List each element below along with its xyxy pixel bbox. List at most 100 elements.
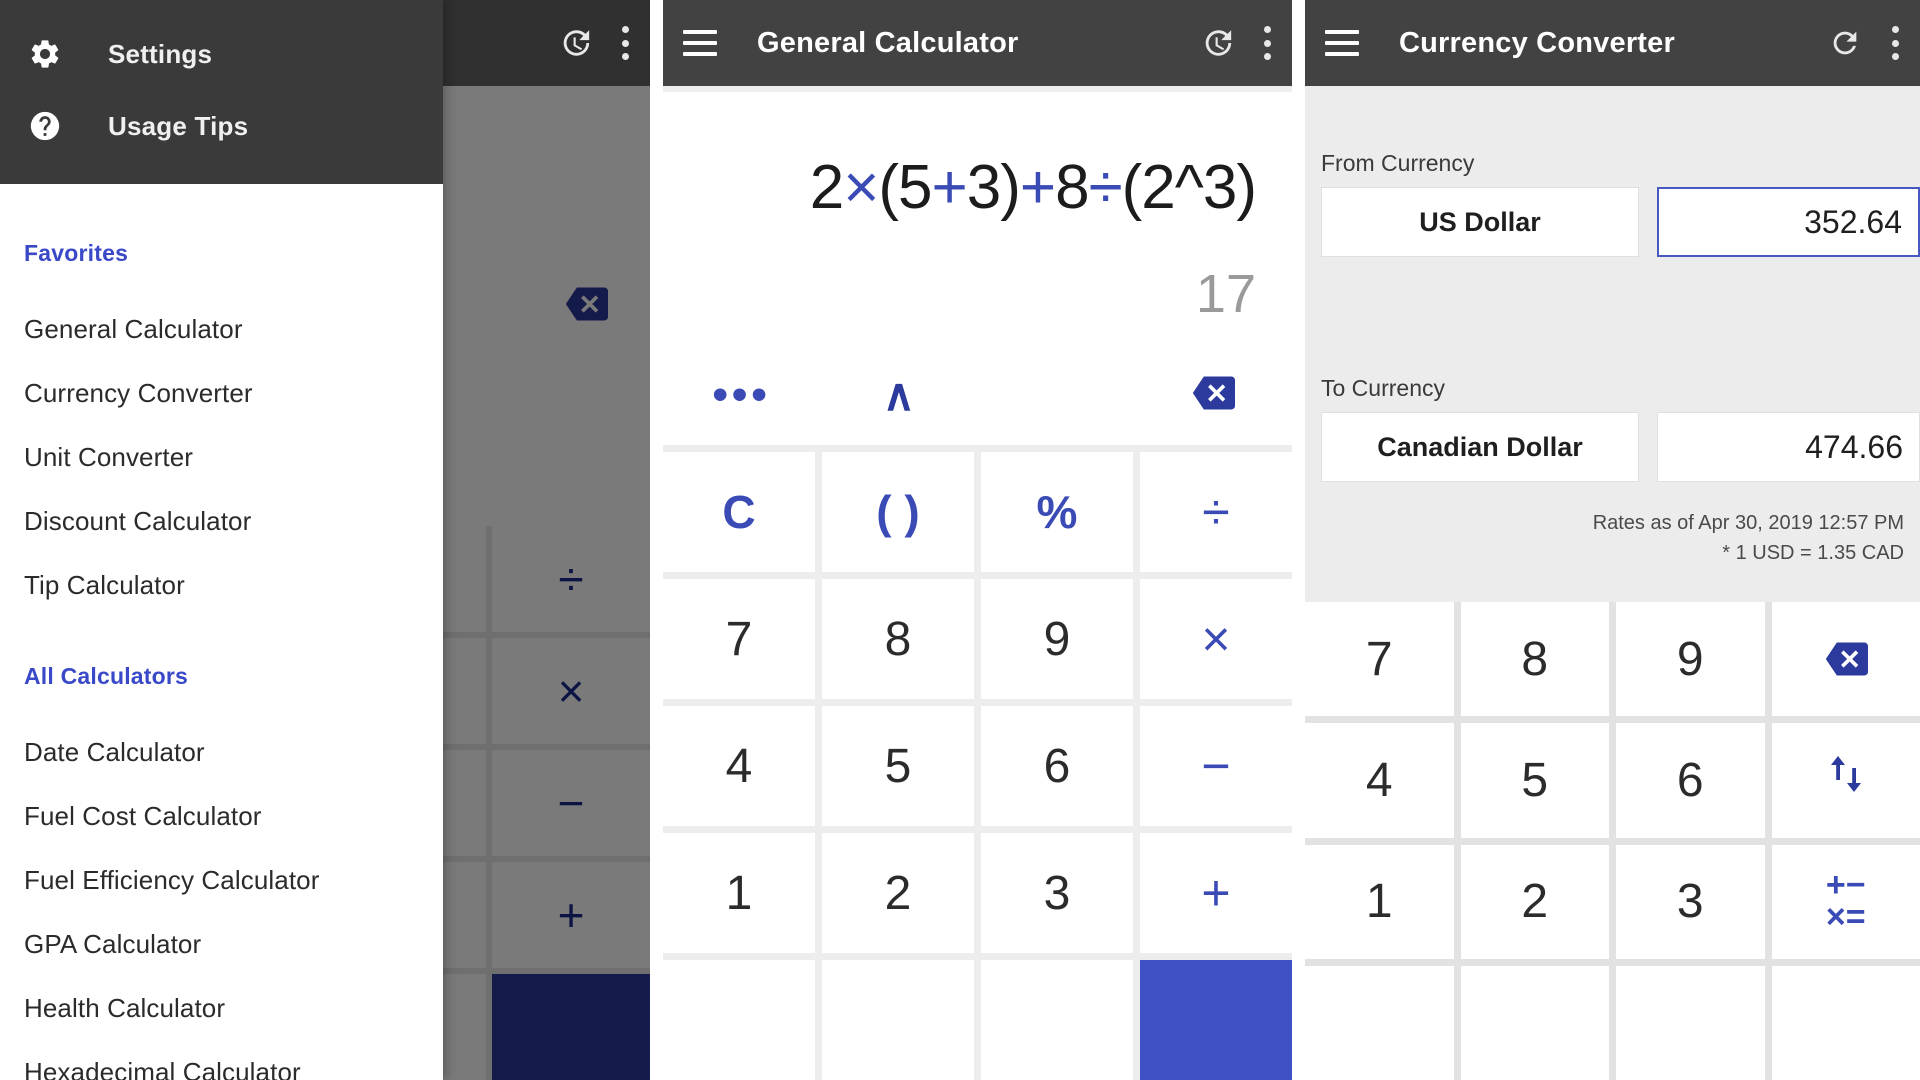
more-functions-button[interactable]: ••• [663,370,820,420]
from-amount-input[interactable]: 352.64 [1657,187,1920,257]
expression-token-operator: + [1019,153,1056,222]
kebab-menu-icon[interactable] [1264,26,1272,60]
to-currency-select[interactable]: Canadian Dollar [1321,412,1639,482]
drawer-item-usage-tips-label: Usage Tips [108,110,249,141]
key-parentheses[interactable]: ( ) [822,452,974,573]
drawer-item-discount-calculator[interactable]: Discount Calculator [0,489,443,553]
backspace-icon [1817,637,1875,681]
key-percent[interactable]: % [981,452,1133,573]
swap-arrows-icon [1822,750,1870,810]
drawer-item-fuel-cost-calculator[interactable]: Fuel Cost Calculator [0,784,443,848]
key-decimal[interactable] [981,960,1133,1080]
form-spacer [1305,257,1920,375]
collage-gap [1292,0,1305,1080]
cc-key-7[interactable]: 7 [1305,602,1454,717]
panel2-display-area: 2×(5+3)+8÷(2^3) 17 [663,92,1292,321]
cc-key-9[interactable]: 9 [1616,602,1765,717]
expression-token: 2 [809,153,844,222]
key-6[interactable]: 6 [981,706,1133,827]
collage-gap [650,0,663,1080]
cc-key-operators[interactable]: +− ×= [1771,844,1920,959]
refresh-icon[interactable] [1828,26,1862,60]
expression-token-operator: × [843,153,879,222]
key-2[interactable]: 2 [822,833,974,954]
drawer-item-health-calculator[interactable]: Health Calculator [0,976,443,1040]
help-circle-icon [28,109,62,143]
panel2-function-row: ••• ∧ [663,345,1292,445]
panel2-title: General Calculator [757,26,1019,59]
key-clear[interactable]: C [663,452,815,573]
drawer-item-date-calculator[interactable]: Date Calculator [0,720,443,784]
hamburger-icon[interactable] [683,30,717,56]
cc-key-decimal[interactable] [1616,965,1765,1080]
key-multiply[interactable]: × [1140,579,1292,700]
cc-key-sign[interactable] [1305,965,1454,1080]
cc-key-4[interactable]: 4 [1305,723,1454,838]
from-currency-row: US Dollar 352.64 [1305,187,1920,257]
drawer-header: Settings Usage Tips [0,0,443,184]
drawer-item-usage-tips[interactable]: Usage Tips [0,90,443,162]
history-icon[interactable] [1200,26,1234,60]
key-9[interactable]: 9 [981,579,1133,700]
cc-key-1[interactable]: 1 [1305,844,1454,959]
key-4[interactable]: 4 [663,706,815,827]
backspace-icon [1184,371,1242,420]
to-currency-label: To Currency [1321,375,1445,401]
drawer-item-settings[interactable]: Settings [0,18,443,90]
from-currency-label: From Currency [1321,150,1475,176]
expression-token: (5 [878,153,932,222]
key-equals[interactable] [1140,960,1292,1080]
cc-key-swap[interactable] [1771,723,1920,838]
to-amount-input[interactable]: 474.66 [1657,412,1920,482]
drawer-item-fuel-efficiency-calculator[interactable]: Fuel Efficiency Calculator [0,848,443,912]
power-button[interactable]: ∧ [820,370,977,421]
drawer-item-gpa-calculator[interactable]: GPA Calculator [0,912,443,976]
cc-key-3[interactable]: 3 [1616,844,1765,959]
expression-token-operator: ÷ [1088,153,1123,222]
key-3[interactable]: 3 [981,833,1133,954]
cc-key-5[interactable]: 5 [1460,723,1609,838]
from-currency-select[interactable]: US Dollar [1321,187,1639,257]
key-plus[interactable]: + [1140,833,1292,954]
history-icon[interactable] [558,26,592,60]
rates-info: Rates as of Apr 30, 2019 12:57 PM * 1 US… [1305,482,1920,568]
kebab-menu-icon[interactable] [1892,26,1900,60]
backspace-button[interactable] [1135,371,1292,420]
cc-key-2[interactable]: 2 [1460,844,1609,959]
hamburger-icon[interactable] [1325,30,1359,56]
expression-display[interactable]: 2×(5+3)+8÷(2^3) [699,152,1257,223]
key-5[interactable]: 5 [822,706,974,827]
drawer-item-tip-calculator[interactable]: Tip Calculator [0,553,443,617]
expression-token: (2^3) [1121,153,1257,222]
cc-key-0[interactable] [1460,965,1609,1080]
drawer-item-general-calculator[interactable]: General Calculator [0,297,443,361]
key-1[interactable]: 1 [663,833,815,954]
key-sign-toggle[interactable] [663,960,815,1080]
cc-key-8[interactable]: 8 [1460,602,1609,717]
cc-key-backspace[interactable] [1771,602,1920,717]
key-minus[interactable]: − [1140,706,1292,827]
key-7[interactable]: 7 [663,579,815,700]
drawer-section-favorites: Favorites [24,240,129,266]
rates-timestamp: Rates as of Apr 30, 2019 12:57 PM [1592,512,1904,534]
key-0[interactable] [822,960,974,1080]
cc-key-extra[interactable] [1771,965,1920,1080]
expression-token-operator: + [931,153,968,222]
result-display: 17 [1195,264,1256,325]
kebab-menu-icon[interactable] [622,26,630,60]
more-functions-icon: ••• [712,370,771,420]
drawer-item-unit-converter[interactable]: Unit Converter [0,425,443,489]
rates-conversion: * 1 USD = 1.35 CAD [1722,542,1904,564]
screenshot-general-calculator: General Calculator 2×(5+3)+8÷(2^3) 17 ••… [663,0,1292,1080]
expression-token: 8 [1055,153,1089,222]
currency-form: From Currency US Dollar 352.64 To Curren… [1305,86,1920,568]
key-divide[interactable]: ÷ [1140,452,1292,573]
operators-icon: +− ×= [1825,866,1866,936]
panel3-title: Currency Converter [1399,26,1675,59]
drawer-item-currency-converter[interactable]: Currency Converter [0,361,443,425]
cc-key-6[interactable]: 6 [1616,723,1765,838]
drawer-item-hexadecimal-calculator[interactable]: Hexadecimal Calculator [0,1040,443,1080]
key-8[interactable]: 8 [822,579,974,700]
screenshot-currency-converter: Currency Converter From Currency US Doll… [1305,0,1920,1080]
drawer-item-settings-label: Settings [108,38,213,69]
